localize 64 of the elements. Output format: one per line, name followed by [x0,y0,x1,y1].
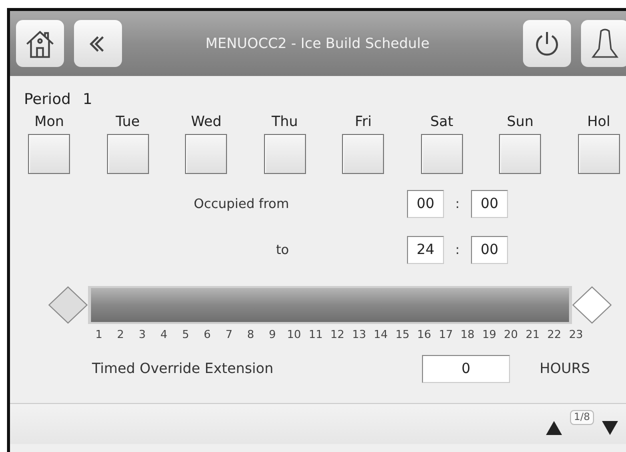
power-button[interactable] [523,20,571,67]
hour-tick-label: 22 [546,328,562,341]
hour-tick-label: 19 [481,328,498,341]
day-checkbox[interactable] [185,134,228,174]
period-number: 1 [82,90,92,108]
page-up-button[interactable] [546,421,562,435]
time-label: to [274,242,289,258]
hour-tick-label: 12 [329,328,346,341]
hour-tick-label: 7 [224,328,234,341]
day-checkbox[interactable] [578,134,620,174]
hour-tick-label: 20 [502,328,519,341]
day-checkbox[interactable] [28,134,70,174]
hour-tick-label: 18 [460,328,476,341]
home-button[interactable] [16,20,64,67]
minutes-field[interactable]: 00 [471,190,508,218]
hour-tick-label: 10 [286,328,302,341]
day-checkbox[interactable] [264,134,306,174]
page-down-button[interactable] [602,421,618,435]
hour-tick-label: 14 [372,328,389,341]
hours-field[interactable]: 24 [407,236,444,264]
day-label: Hol [587,114,610,130]
day-label: Fri [354,114,372,130]
time-separator: : [454,196,461,212]
hour-tick-label: 9 [268,328,277,341]
period-label: Period [24,90,71,108]
day-checkbox[interactable] [342,134,384,174]
hours-field[interactable]: 00 [407,190,444,218]
minutes-field[interactable]: 00 [471,236,508,264]
hour-tick-label: 13 [351,328,368,341]
day-checkbox[interactable] [106,134,149,174]
back-button[interactable] [74,20,122,67]
day-label: Tue [116,114,140,130]
day-checkbox[interactable] [499,134,542,174]
day-label: Wed [190,114,222,130]
slider-end-handle[interactable] [572,286,612,324]
hour-tick-label: 4 [159,328,168,341]
page-indicator: 1/8 [570,410,594,424]
hour-tick-label: 21 [524,328,541,341]
day-label: Sun [506,114,534,130]
hour-tick-label: 17 [438,328,454,341]
day-label: Mon [34,114,64,130]
hour-tick-label: 5 [181,328,190,341]
hour-tick-label: 11 [308,328,324,341]
hour-tick-label: 3 [138,328,147,341]
power-icon [533,30,561,58]
hour-tick-label: 2 [116,328,126,341]
hour-tick-label: 16 [416,328,432,341]
override-field[interactable]: 0 [422,355,510,383]
window-title: MENUOCC2 - Ice Build Schedule [204,36,430,52]
day-label: Sat [430,114,454,130]
slider-start-handle[interactable] [48,286,88,324]
override-label: Timed Override Extension [92,361,274,377]
hour-tick-label: 15 [394,328,410,341]
alarm-button[interactable] [581,20,626,67]
time-separator: : [454,242,461,258]
hour-tick-label: 1 [94,328,104,341]
day-checkbox[interactable] [420,134,463,174]
time-label: Occupied from [192,196,289,212]
unit-label: HOURS [538,361,590,377]
hour-tick-label: 6 [202,328,212,341]
hour-tick-label: 8 [246,328,256,341]
hour-tick-label: 23 [568,328,584,341]
bell-icon [591,26,619,60]
day-label: Thu [272,114,298,130]
